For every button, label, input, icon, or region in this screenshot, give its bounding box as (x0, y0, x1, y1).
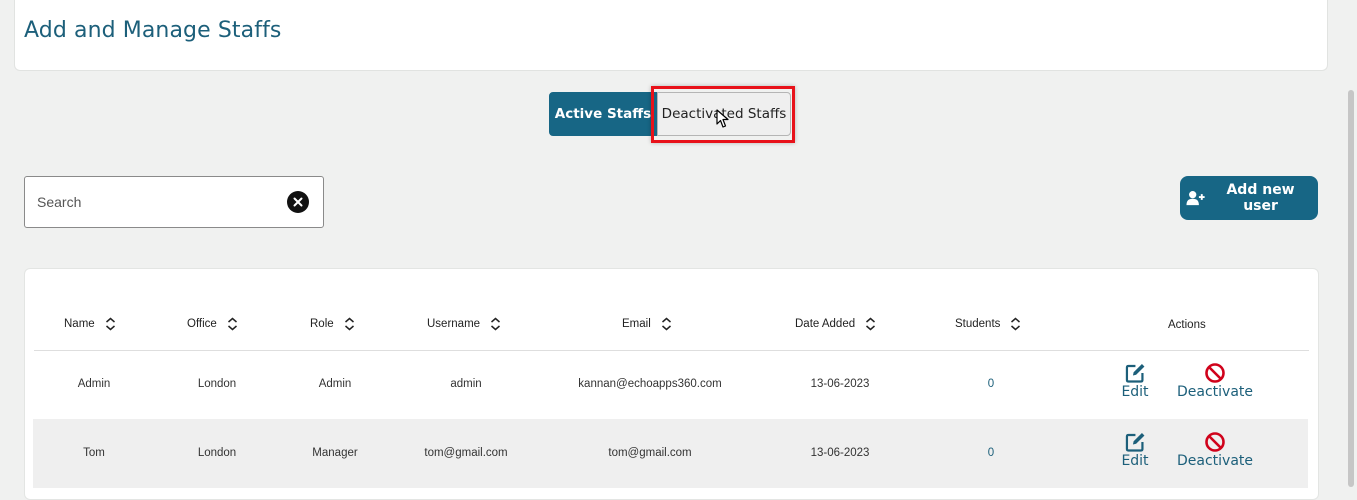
edit-button[interactable]: Edit (1121, 362, 1149, 400)
deactivate-button[interactable]: Deactivate (1177, 431, 1253, 469)
column-header-email[interactable]: Email (622, 317, 672, 331)
add-user-icon (1186, 191, 1205, 206)
search-input[interactable] (25, 177, 275, 227)
table-header: Name Office Role Username Email Date Add… (34, 291, 1309, 351)
cell-office: London (197, 447, 237, 459)
edit-icon (1125, 364, 1144, 383)
cell-email: tom@gmail.com (608, 447, 692, 459)
sort-icon[interactable] (1010, 317, 1021, 331)
edit-button[interactable]: Edit (1121, 431, 1149, 469)
sort-icon[interactable] (661, 317, 672, 331)
cell-role: Admin (318, 378, 352, 390)
add-user-label: Add new user (1226, 182, 1295, 214)
search-box (24, 176, 324, 228)
column-header-students[interactable]: Students (955, 317, 1021, 331)
cell-name: Admin (77, 378, 111, 390)
sort-icon[interactable] (344, 317, 355, 331)
sort-icon[interactable] (227, 317, 238, 331)
cell-email: kannan@echoapps360.com (578, 378, 722, 390)
cell-date-added: 13-06-2023 (810, 447, 870, 459)
sort-icon[interactable] (105, 317, 116, 331)
mouse-cursor-icon (716, 109, 729, 128)
tab-active-staffs[interactable]: Active Staffs (549, 92, 657, 136)
scrollbar[interactable] (1344, 0, 1357, 487)
sort-icon[interactable] (490, 317, 501, 331)
cell-role: Manager (312, 447, 358, 459)
cell-office: London (197, 378, 237, 390)
table-row: Admin London Admin admin kannan@echoapps… (33, 350, 1308, 420)
cell-students[interactable]: 0 (988, 447, 994, 459)
sort-icon[interactable] (865, 317, 876, 331)
clear-icon[interactable] (287, 191, 309, 213)
add-user-button[interactable]: Add new user (1180, 176, 1318, 220)
deactivate-button[interactable]: Deactivate (1177, 362, 1253, 400)
column-header-username[interactable]: Username (427, 317, 501, 331)
edit-icon (1125, 433, 1144, 452)
cell-name: Tom (83, 447, 105, 459)
cell-students[interactable]: 0 (988, 378, 994, 390)
page-title: Add and Manage Staffs (24, 18, 282, 43)
column-header-name[interactable]: Name (64, 317, 116, 331)
scrollbar-thumb[interactable] (1348, 90, 1354, 487)
ban-icon (1205, 363, 1225, 383)
ban-icon (1205, 432, 1225, 452)
column-header-role[interactable]: Role (310, 317, 355, 331)
column-header-office[interactable]: Office (187, 317, 238, 331)
cell-username: tom@gmail.com (424, 447, 508, 459)
table-row: Tom London Manager tom@gmail.com tom@gma… (33, 419, 1308, 488)
cell-username: admin (450, 378, 482, 390)
header-card: Add and Manage Staffs (14, 0, 1328, 71)
column-header-actions: Actions (1168, 319, 1206, 331)
column-header-date-added[interactable]: Date Added (795, 317, 876, 331)
cell-date-added: 13-06-2023 (810, 378, 870, 390)
